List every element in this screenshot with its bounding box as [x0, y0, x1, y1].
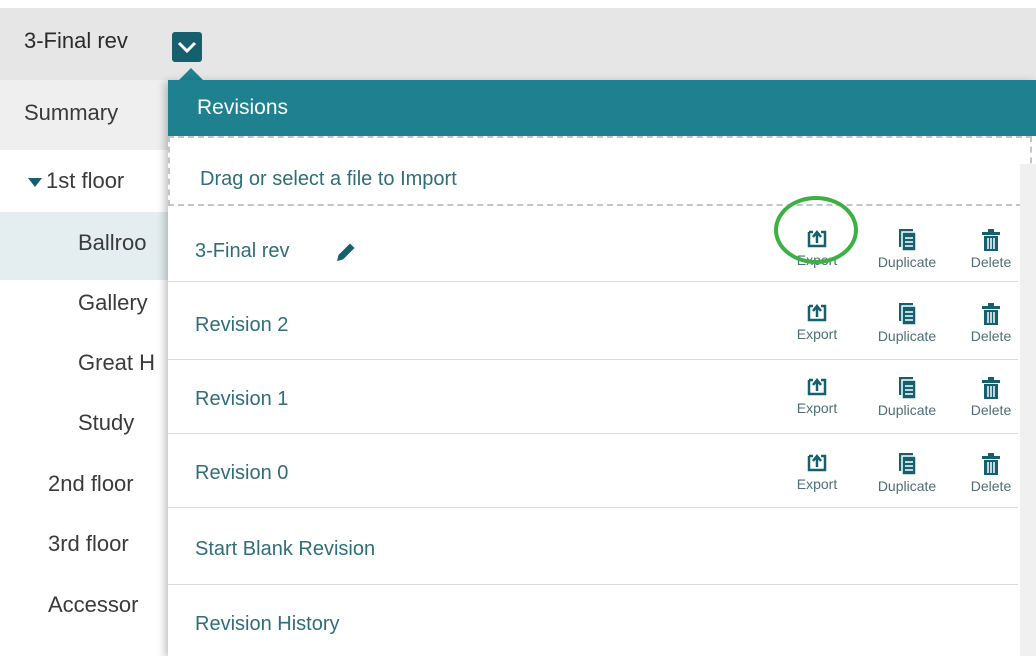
trash-icon [982, 229, 1000, 251]
duplicate-label: Duplicate [877, 328, 937, 344]
export-icon [807, 229, 827, 248]
delete-button[interactable]: Delete [951, 302, 1031, 344]
delete-button[interactable]: Delete [951, 376, 1031, 418]
delete-label: Delete [970, 402, 1012, 418]
duplicate-button[interactable]: Duplicate [867, 376, 947, 418]
duplicate-label: Duplicate [877, 402, 937, 418]
export-button[interactable]: Export [777, 228, 857, 268]
panel-title: Revisions [197, 96, 289, 119]
tree-item-accessories[interactable]: Accessor [48, 592, 138, 618]
delete-label: Delete [970, 254, 1012, 270]
import-text: Drag or select a file to Import [200, 168, 457, 190]
revision-row[interactable]: Revision 0 Export Duplicate Delete [168, 434, 1018, 508]
duplicate-icon [899, 303, 917, 326]
revision-row[interactable]: Revision 1 Export Duplicate Delete [168, 360, 1018, 434]
export-icon [807, 377, 827, 396]
start-blank-label: Start Blank Revision [195, 538, 376, 560]
tree-item-1st-floor[interactable]: 1st floor [28, 168, 124, 194]
delete-button[interactable]: Delete [951, 228, 1031, 270]
revision-history-label: Revision History [195, 613, 340, 635]
start-blank-revision-button[interactable]: Start Blank Revision [168, 510, 1018, 585]
revision-history-button[interactable]: Revision History [168, 585, 1018, 656]
trash-icon [982, 303, 1000, 325]
export-label: Export [796, 476, 838, 492]
duplicate-icon [899, 453, 917, 476]
export-label: Export [796, 400, 838, 416]
delete-label: Delete [970, 478, 1012, 494]
delete-button[interactable]: Delete [951, 452, 1031, 494]
revisions-panel: Revisions Drag or select a file to Impor… [168, 80, 1036, 656]
tree-item-study[interactable]: Study [78, 410, 134, 436]
revision-name: Revision 2 [195, 314, 289, 336]
revision-row[interactable]: 3-Final rev Export Duplicate Delete [168, 208, 1018, 282]
duplicate-icon [899, 229, 917, 252]
export-button[interactable]: Export [777, 376, 857, 416]
duplicate-button[interactable]: Duplicate [867, 228, 947, 270]
revision-name: Revision 0 [195, 462, 289, 484]
summary-tab[interactable]: Summary [0, 80, 168, 150]
export-icon [807, 303, 827, 322]
pencil-icon[interactable] [334, 240, 358, 264]
tree-item-gallery[interactable]: Gallery [78, 290, 148, 316]
tree-item-ballroom[interactable]: Ballroo [78, 230, 146, 256]
duplicate-button[interactable]: Duplicate [867, 452, 947, 494]
revision-name: Revision 1 [195, 388, 289, 410]
export-button[interactable]: Export [777, 452, 857, 492]
trash-icon [982, 377, 1000, 399]
import-dropzone[interactable]: Drag or select a file to Import [168, 136, 1032, 206]
tree-item-2nd-floor[interactable]: 2nd floor [48, 471, 134, 497]
chevron-down-icon [177, 41, 197, 54]
delete-label: Delete [970, 328, 1012, 344]
trash-icon [982, 453, 1000, 475]
export-button[interactable]: Export [777, 302, 857, 342]
tree-item-3rd-floor[interactable]: 3rd floor [48, 531, 129, 557]
export-label: Export [796, 326, 838, 342]
export-label: Export [796, 252, 838, 268]
revision-name: 3-Final rev [195, 240, 290, 262]
tree-item-great-hall[interactable]: Great H [78, 350, 155, 376]
revision-row[interactable]: Revision 2 Export Duplicate Delete [168, 286, 1018, 360]
current-revision-label: 3-Final rev [24, 28, 128, 53]
caret-down-icon[interactable] [28, 177, 42, 187]
summary-label: Summary [24, 100, 119, 125]
revision-dropdown-toggle[interactable] [172, 32, 202, 62]
duplicate-label: Duplicate [877, 478, 937, 494]
duplicate-button[interactable]: Duplicate [867, 302, 947, 344]
duplicate-label: Duplicate [877, 254, 937, 270]
duplicate-icon [899, 377, 917, 400]
panel-header: Revisions [168, 80, 1036, 136]
export-icon [807, 453, 827, 472]
tree-item-label: 1st floor [46, 168, 125, 193]
revision-bar: 3-Final rev [0, 8, 1036, 80]
